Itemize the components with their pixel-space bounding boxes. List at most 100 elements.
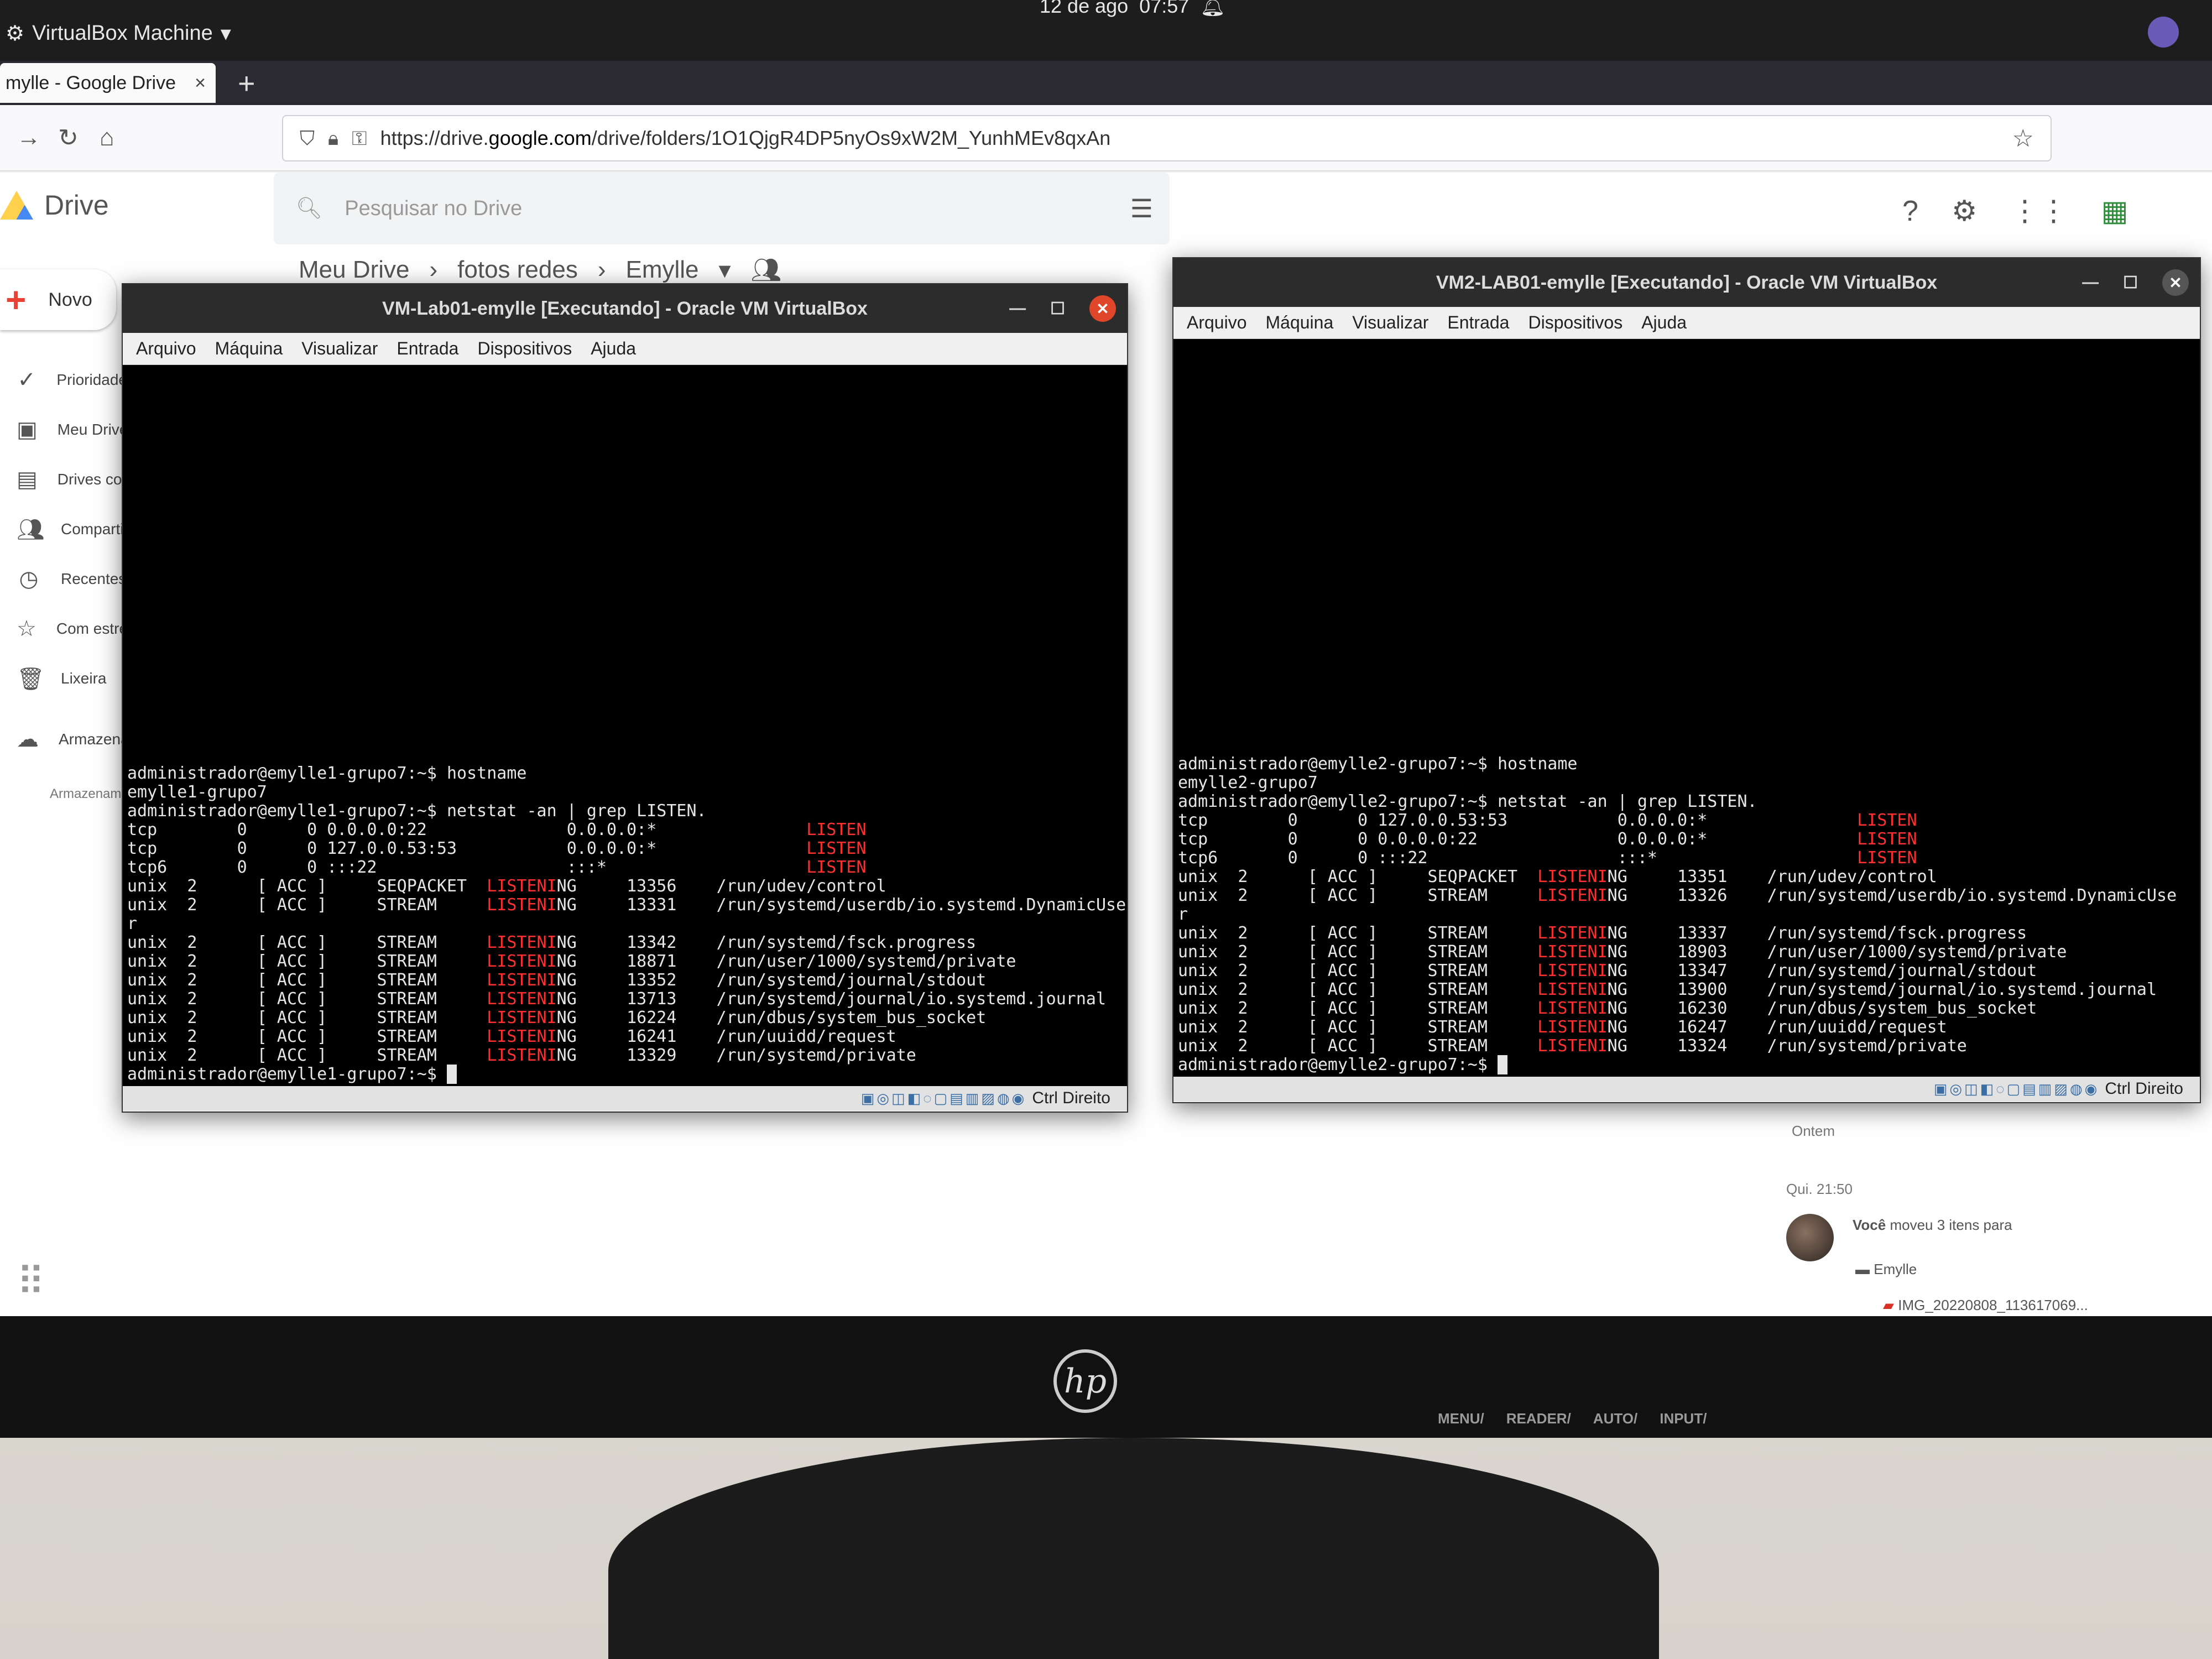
vm2-titlebar[interactable]: VM2-LAB01-emylle [Executando] - Oracle V… [1173, 258, 2200, 307]
reload-icon[interactable]: ↻ [58, 124, 79, 152]
sidebar-item-priority[interactable]: ✓ Prioridade [0, 355, 127, 405]
system-clock[interactable]: 12 de ago 07:57 🔔︎ [1040, 0, 1225, 18]
vm2-terminal-output: administrador@emylle2-grupo7:~$ hostname… [1178, 755, 2177, 1074]
key-icon: ⚿ [352, 126, 367, 149]
menu-dispositivos[interactable]: Dispositivos [1528, 312, 1623, 333]
new-tab-button[interactable]: + [238, 66, 255, 101]
search-placeholder: Pesquisar no Drive [345, 196, 523, 220]
sidebar-item-storage[interactable]: ☁Armazenamento [0, 714, 127, 764]
osd-input[interactable]: INPUT/ [1660, 1410, 1707, 1427]
close-icon[interactable]: ✕ [1089, 295, 1116, 322]
people-icon: 👥︎ [17, 517, 45, 542]
tab-title: mylle - Google Drive [6, 72, 176, 93]
chevron-right-icon: › [597, 256, 606, 283]
maximize-icon[interactable]: ☐ [2123, 273, 2138, 293]
institution-logo[interactable]: ▦ [2101, 195, 2128, 228]
virtualbox-window-vm2[interactable]: VM2-LAB01-emylle [Executando] - Oracle V… [1172, 257, 2201, 1103]
sidebar-item-my-drive[interactable]: ▣ Meu Drive [0, 405, 127, 455]
hp-logo: hp [1053, 1349, 1117, 1413]
vm2-menubar: Arquivo Máquina Visualizar Entrada Dispo… [1173, 307, 2200, 339]
apps-grid-icon[interactable]: ⋮⋮ [2011, 195, 2068, 228]
terminal-line: unix 2 [ ACC ] STREAM LISTENING 13352 /r… [127, 971, 987, 990]
menu-dispositivos[interactable]: Dispositivos [477, 338, 572, 359]
osd-menu[interactable]: MENU/ [1438, 1410, 1484, 1427]
active-app-menu[interactable]: ⚙ VirtualBox Machine ▾ [6, 21, 231, 46]
terminal-line: unix 2 [ ACC ] STREAM LISTENING 13347 /r… [1178, 961, 2037, 980]
activity-folder[interactable]: ▬ Emylle [1855, 1261, 1917, 1278]
menu-visualizar[interactable]: Visualizar [301, 338, 378, 359]
minimize-icon[interactable]: — [2082, 273, 2099, 292]
apps-grid-icon[interactable]: ⠿ [17, 1259, 45, 1305]
system-menu-icon[interactable] [2148, 17, 2179, 48]
terminal-line: unix 2 [ ACC ] STREAM LISTENING 13324 /r… [1178, 1036, 1967, 1056]
sidebar-item-shared-drives[interactable]: ▤Drives compartilhados [0, 455, 127, 504]
sidebar-item-trash[interactable]: 🗑︎ Lixeira [0, 654, 127, 703]
terminal-line: r [127, 914, 138, 933]
search-options-icon[interactable]: ☰ [1130, 194, 1153, 223]
terminal-line: administrador@emylle2-grupo7:~$ [1178, 1055, 2177, 1074]
menu-maquina[interactable]: Máquina [1266, 312, 1334, 333]
terminal-line: unix 2 [ ACC ] STREAM LISTENING 16224 /r… [127, 1008, 987, 1027]
bell-icon: 🔔︎ [1200, 0, 1225, 17]
breadcrumb-item-1[interactable]: fotos redes [457, 256, 578, 284]
vm1-menubar: Arquivo Máquina Visualizar Entrada Dispo… [123, 333, 1127, 365]
url-bar[interactable]: ⛉ 🔒︎ ⚿ https://drive.google.com/drive/fo… [282, 115, 2052, 161]
drive-logo[interactable]: Drive [0, 189, 109, 221]
search-icon[interactable]: 🔍︎ [296, 196, 322, 221]
vm2-terminal[interactable]: administrador@emylle2-grupo7:~$ hostname… [1173, 339, 2200, 1077]
terminal-line: tcp 0 0 0.0.0.0:22 0.0.0.0:* LISTEN [1178, 830, 1917, 849]
vm1-titlebar[interactable]: VM-Lab01-emylle [Executando] - Oracle VM… [123, 284, 1127, 333]
bookmark-star-icon[interactable]: ☆ [2012, 124, 2034, 153]
drive-search-bar[interactable]: 🔍︎ Pesquisar no Drive ☰ [274, 173, 1170, 244]
gear-icon[interactable]: ⚙ [1952, 195, 1978, 228]
virtualbox-window-vm1[interactable]: VM-Lab01-emylle [Executando] - Oracle VM… [122, 283, 1128, 1113]
terminal-line: tcp6 0 0 :::22 :::* LISTEN [1178, 848, 1917, 868]
shield-icon: ⛉ [300, 126, 315, 149]
terminal-line: unix 2 [ ACC ] STREAM LISTENING 18871 /r… [127, 952, 1016, 971]
vm1-terminal[interactable]: administrador@emylle1-grupo7:~$ hostname… [123, 365, 1127, 1086]
menu-entrada[interactable]: Entrada [397, 338, 458, 359]
app-icon: ⚙ [6, 22, 25, 45]
breadcrumb-item-0[interactable]: Meu Drive [299, 256, 410, 284]
clock-time: 07:57 [1139, 0, 1190, 17]
clock-date: 12 de ago [1040, 0, 1129, 17]
host-key-label: Ctrl Direito [1032, 1089, 1110, 1107]
browser-tab[interactable]: mylle - Google Drive × [0, 63, 216, 103]
chevron-right-icon: › [429, 256, 438, 283]
help-icon[interactable]: ? [1902, 195, 1918, 228]
minimize-icon[interactable]: — [1009, 299, 1026, 318]
breadcrumb-item-2[interactable]: Emylle [626, 256, 699, 284]
chevron-down-icon[interactable]: ▾ [719, 256, 731, 284]
shared-folder-icon: 👥︎ [750, 257, 782, 284]
breadcrumb: Meu Drive › fotos redes › Emylle ▾ 👥︎ [299, 255, 781, 284]
new-button[interactable]: + Novo [0, 269, 116, 330]
browser-tab-bar: mylle - Google Drive × + [0, 61, 2212, 105]
vm-status-icons[interactable]: ▣◎◫◧◌▢▤▥▨◍◉ [1934, 1081, 2099, 1098]
menu-entrada[interactable]: Entrada [1447, 312, 1509, 333]
menu-maquina[interactable]: Máquina [215, 338, 283, 359]
vm-status-icons[interactable]: ▣◎◫◧◌▢▤▥▨◍◉ [861, 1090, 1026, 1107]
menu-arquivo[interactable]: Arquivo [136, 338, 196, 359]
terminal-line: tcp 0 0 0.0.0.0:22 0.0.0.0:* LISTEN [127, 820, 867, 839]
menu-ajuda[interactable]: Ajuda [591, 338, 636, 359]
terminal-line: administrador@emylle2-grupo7:~$ hostname [1178, 754, 1578, 774]
activity-file[interactable]: ▰ IMG_20220808_113617069... [1883, 1297, 2088, 1314]
tab-close-icon[interactable]: × [195, 72, 206, 94]
vm1-terminal-output: administrador@emylle1-grupo7:~$ hostname… [127, 764, 1126, 1084]
menu-visualizar[interactable]: Visualizar [1352, 312, 1428, 333]
terminal-line: administrador@emylle2-grupo7:~$ netstat … [1178, 792, 1757, 811]
sidebar-item-starred[interactable]: ☆Com estrela [0, 604, 127, 654]
menu-arquivo[interactable]: Arquivo [1187, 312, 1247, 333]
sidebar-item-recent[interactable]: ◷ Recentes [0, 554, 127, 604]
close-icon[interactable]: ✕ [2162, 269, 2189, 296]
osd-reader[interactable]: READER/ [1506, 1410, 1571, 1427]
sidebar-item-shared-with-me[interactable]: 👥︎Compartilhados comigo [0, 504, 127, 554]
home-icon[interactable]: ⌂ [100, 124, 114, 152]
osd-auto[interactable]: AUTO/ [1593, 1410, 1637, 1427]
terminal-line: emylle2-grupo7 [1178, 773, 1318, 792]
menu-ajuda[interactable]: Ajuda [1641, 312, 1687, 333]
forward-icon[interactable]: → [17, 124, 41, 152]
maximize-icon[interactable]: ☐ [1050, 299, 1065, 319]
terminal-line: emylle1-grupo7 [127, 782, 267, 802]
terminal-line: administrador@emylle1-grupo7:~$ [127, 1065, 1126, 1084]
